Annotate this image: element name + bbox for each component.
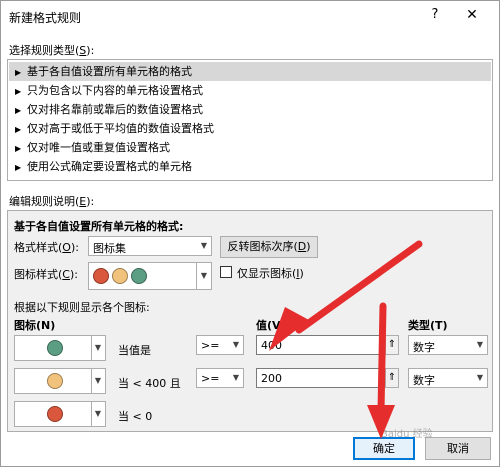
yellow-circle-icon (112, 268, 128, 284)
icon-column-header: 图标(N) (14, 319, 56, 332)
chevron-down-icon: ▼ (232, 373, 239, 382)
format-style-label: 格式样式(O): (14, 241, 79, 254)
close-button[interactable]: ✕ (457, 7, 487, 25)
rule-description-panel: 基于各自值设置所有单元格的格式: 格式样式(O): 图标集 ▼ 反转图标次序(D… (7, 210, 493, 432)
type-column-header: 类型(T) (408, 319, 448, 332)
rule-type-item[interactable]: ▶ 使用公式确定要设置格式的单元格 (9, 157, 491, 176)
triangle-right-icon: ▶ (15, 144, 22, 153)
format-style-value: 图标集 (93, 242, 126, 255)
help-button[interactable]: ? (427, 7, 443, 25)
range-picker-icon[interactable]: ⇑ (385, 368, 399, 388)
rule-type-item[interactable]: ▶ 仅对排名靠前或靠后的数值设置格式 (9, 100, 491, 119)
ok-button[interactable]: 确定 (353, 437, 415, 460)
chevron-down-icon: ▼ (476, 373, 483, 382)
triangle-right-icon: ▶ (15, 163, 22, 172)
reverse-icon-order-button[interactable]: 反转图标次序(D) (220, 236, 318, 258)
icon-style-label: 图标样式(C): (14, 268, 78, 281)
new-format-rule-dialog: 新建格式规则 ? ✕ 选择规则类型(S): ▶ 基于各自值设置所有单元格的格式 ▶… (0, 0, 500, 467)
desc-heading: 基于各自值设置所有单元格的格式: (14, 220, 184, 233)
rule-type-item[interactable]: ▶ 只为包含以下内容的单元格设置格式 (9, 81, 491, 100)
triangle-right-icon: ▶ (15, 125, 22, 134)
icon-dropdown-row-2[interactable]: ▼ (14, 368, 106, 394)
watermark: Baidu 经验 (381, 429, 433, 440)
condition-label-row-3: 当 < 0 (118, 410, 153, 423)
show-icon-only-checkbox[interactable] (220, 266, 232, 278)
chevron-down-icon: ▼ (200, 271, 207, 280)
rule-desc-label: 编辑规则说明(E): (9, 195, 95, 208)
condition-label-row-2: 当 < 400 且 (118, 377, 181, 390)
title-bar: 新建格式规则 ? ✕ (1, 1, 499, 31)
format-style-dropdown[interactable]: 图标集 ▼ (88, 236, 212, 256)
chevron-down-icon: ▼ (94, 409, 101, 418)
chevron-down-icon: ▼ (200, 241, 207, 250)
condition-label-row-1: 当值是 (118, 344, 151, 357)
chevron-down-icon: ▼ (232, 340, 239, 349)
triangle-right-icon: ▶ (15, 106, 22, 115)
red-circle-icon (47, 406, 63, 422)
operator-dropdown-row-2[interactable]: >= ▼ (196, 368, 244, 388)
icon-dropdown-row-3[interactable]: ▼ (14, 401, 106, 427)
value-input-row-2[interactable]: 200 (256, 368, 384, 388)
rule-type-item[interactable]: ▶ 仅对唯一值或重复值设置格式 (9, 138, 491, 157)
type-dropdown-row-1[interactable]: 数字 ▼ (408, 335, 488, 355)
green-circle-icon (47, 340, 63, 356)
rule-type-label: 选择规则类型(S): (9, 44, 95, 57)
rules-caption: 根据以下规则显示各个图标: (14, 301, 150, 314)
cancel-button[interactable]: 取消 (425, 437, 491, 460)
rule-type-item[interactable]: ▶ 仅对高于或低于平均值的数值设置格式 (9, 119, 491, 138)
triangle-right-icon: ▶ (15, 87, 22, 96)
triangle-right-icon: ▶ (15, 68, 22, 77)
icon-dropdown-row-1[interactable]: ▼ (14, 335, 106, 361)
value-column-header: 值(V) (256, 319, 286, 332)
value-input-row-1[interactable]: 400 (256, 335, 384, 355)
red-circle-icon (93, 268, 109, 284)
green-circle-icon (131, 268, 147, 284)
operator-dropdown-row-1[interactable]: >= ▼ (196, 335, 244, 355)
range-picker-icon[interactable]: ⇑ (385, 335, 399, 355)
rule-type-list[interactable]: ▶ 基于各自值设置所有单元格的格式 ▶ 只为包含以下内容的单元格设置格式 ▶ 仅对排名… (7, 59, 493, 181)
chevron-down-icon: ▼ (94, 376, 101, 385)
show-icon-only-label: 仅显示图标(I) (237, 267, 304, 280)
icon-style-dropdown[interactable]: ▼ (88, 262, 212, 290)
rule-type-item[interactable]: ▶ 基于各自值设置所有单元格的格式 (9, 62, 491, 81)
yellow-circle-icon (47, 373, 63, 389)
dialog-title: 新建格式规则 (9, 11, 82, 25)
type-dropdown-row-2[interactable]: 数字 ▼ (408, 368, 488, 388)
chevron-down-icon: ▼ (476, 340, 483, 349)
chevron-down-icon: ▼ (94, 343, 101, 352)
